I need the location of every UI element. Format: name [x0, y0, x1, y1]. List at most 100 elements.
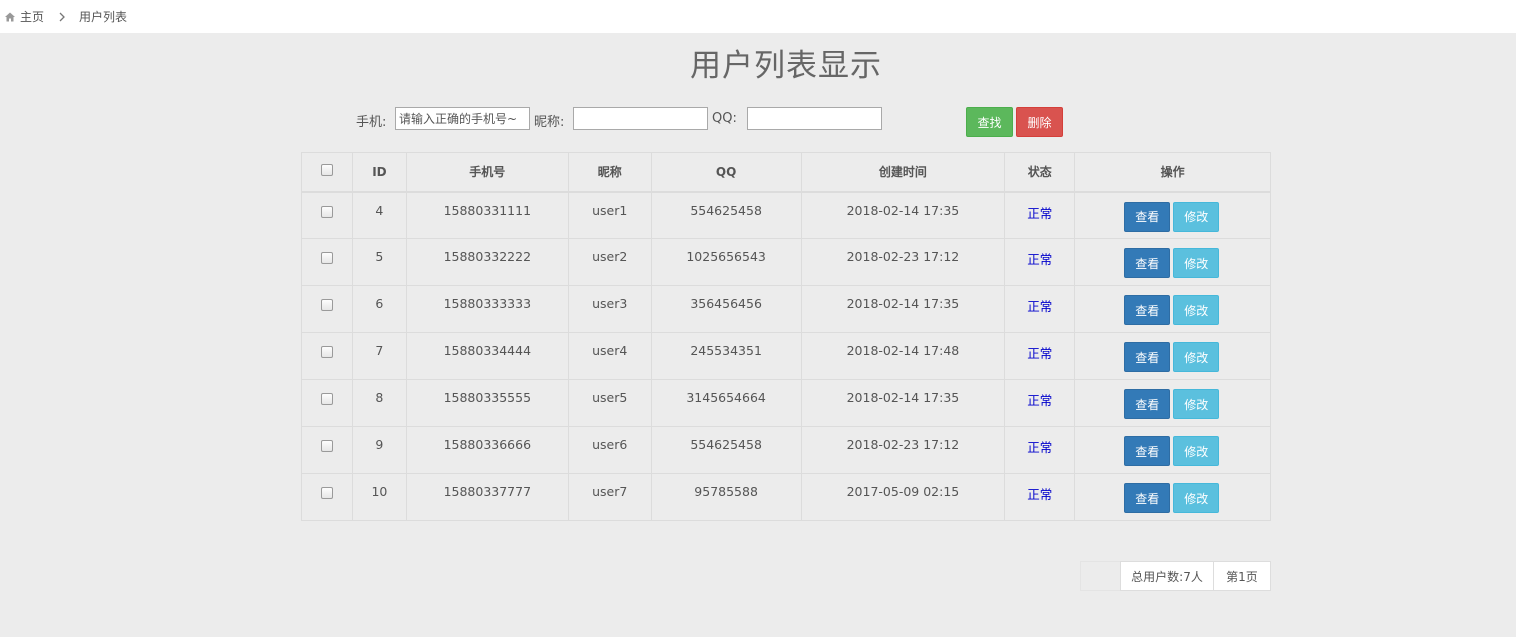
- row-checkbox[interactable]: [320, 252, 333, 264]
- header-actions: 操作: [1074, 152, 1271, 193]
- cell-actions: 查看 修改: [1074, 426, 1271, 474]
- edit-button[interactable]: 修改: [1173, 295, 1220, 325]
- qq-label: QQ:: [712, 111, 737, 126]
- cell-created: 2018-02-23 17:12: [800, 238, 1006, 286]
- header-status: 状态: [1004, 152, 1076, 193]
- nickname-input[interactable]: [573, 107, 708, 130]
- row-checkbox[interactable]: [320, 487, 333, 499]
- cell-qq: 3145654664: [650, 379, 802, 427]
- cell-actions: 查看 修改: [1074, 332, 1271, 380]
- edit-button[interactable]: 修改: [1173, 436, 1220, 466]
- cell-created: 2018-02-14 17:48: [800, 332, 1006, 380]
- cell-phone: 15880333333: [405, 285, 569, 333]
- edit-button[interactable]: 修改: [1173, 342, 1220, 372]
- cell-actions: 查看 修改: [1074, 191, 1271, 239]
- cell-status: 正常: [1004, 191, 1076, 239]
- cell-id: 6: [351, 285, 407, 333]
- cell-status: 正常: [1004, 426, 1076, 474]
- cell-id: 10: [351, 473, 407, 521]
- row-select-cell: [301, 191, 353, 239]
- cell-qq: 554625458: [650, 191, 802, 239]
- cell-created: 2017-05-09 02:15: [800, 473, 1006, 521]
- view-button[interactable]: 查看: [1124, 342, 1171, 372]
- breadcrumb: 主页 用户列表: [0, 0, 1516, 33]
- cell-status: 正常: [1004, 332, 1076, 380]
- breadcrumb-current: 用户列表: [79, 10, 128, 24]
- table-row: 10 15880337777 user7 95785588 2017-05-09 02:…: [301, 473, 1271, 521]
- pager-page[interactable]: 第1页: [1214, 561, 1271, 591]
- cell-status: 正常: [1004, 238, 1076, 286]
- cell-created: 2018-02-14 17:35: [800, 379, 1006, 427]
- table-header-row: ID 手机号 昵称 QQ 创建时间 状态 操作: [301, 152, 1271, 193]
- pager-spacer: [1080, 561, 1120, 591]
- header-id: ID: [351, 152, 407, 193]
- cell-actions: 查看 修改: [1074, 238, 1271, 286]
- cell-qq: 356456456: [650, 285, 802, 333]
- cell-qq: 554625458: [650, 426, 802, 474]
- cell-nickname: user5: [567, 379, 652, 427]
- cell-qq: 245534351: [650, 332, 802, 380]
- view-button[interactable]: 查看: [1124, 483, 1171, 513]
- cell-status: 正常: [1004, 285, 1076, 333]
- cell-created: 2018-02-23 17:12: [800, 426, 1006, 474]
- view-button[interactable]: 查看: [1124, 436, 1171, 466]
- cell-phone: 15880335555: [405, 379, 569, 427]
- edit-button[interactable]: 修改: [1173, 483, 1220, 513]
- cell-phone: 15880332222: [405, 238, 569, 286]
- delete-button[interactable]: 删除: [1016, 107, 1063, 137]
- row-select-cell: [301, 332, 353, 380]
- select-all-checkbox[interactable]: [320, 164, 333, 177]
- breadcrumb-home-link[interactable]: 主页: [20, 8, 44, 25]
- edit-button[interactable]: 修改: [1173, 389, 1220, 419]
- header-nickname: 昵称: [567, 152, 652, 193]
- row-select-cell: [301, 379, 353, 427]
- table-row: 4 15880331111 user1 554625458 2018-02-14 17:…: [301, 191, 1271, 239]
- header-qq: QQ: [650, 152, 802, 193]
- cell-status: 正常: [1004, 473, 1076, 521]
- cell-phone: 15880334444: [405, 332, 569, 380]
- row-checkbox[interactable]: [320, 205, 333, 218]
- phone-label: 手机:: [356, 115, 387, 130]
- header-phone: 手机号: [405, 152, 569, 193]
- phone-input[interactable]: [395, 107, 530, 130]
- cell-id: 9: [351, 426, 407, 474]
- chevron-right-icon: [59, 12, 65, 21]
- cell-id: 5: [351, 238, 407, 286]
- row-checkbox[interactable]: [320, 440, 333, 452]
- cell-phone: 15880331111: [405, 191, 569, 239]
- row-select-cell: [301, 426, 353, 474]
- cell-qq: 1025656543: [650, 238, 802, 286]
- cell-nickname: user6: [567, 426, 652, 474]
- row-select-cell: [301, 473, 353, 521]
- cell-nickname: user4: [567, 332, 652, 380]
- table-row: 6 15880333333 user3 356456456 2018-02-14 17:…: [301, 285, 1271, 333]
- table-row: 5 15880332222 user2 1025656543 2018-02-23 17…: [301, 238, 1271, 286]
- view-button[interactable]: 查看: [1124, 201, 1171, 232]
- cell-actions: 查看 修改: [1074, 473, 1271, 521]
- cell-nickname: user3: [567, 285, 652, 333]
- view-button[interactable]: 查看: [1124, 389, 1171, 419]
- row-checkbox[interactable]: [320, 393, 333, 405]
- select-all-cell: [301, 152, 353, 193]
- view-button[interactable]: 查看: [1124, 248, 1171, 278]
- cell-phone: 15880336666: [405, 426, 569, 474]
- pagination: 总用户数:7人 第1页: [1080, 561, 1271, 591]
- cell-nickname: user7: [567, 473, 652, 521]
- edit-button[interactable]: 修改: [1173, 201, 1220, 232]
- cell-phone: 15880337777: [405, 473, 569, 521]
- home-icon: [5, 12, 15, 21]
- edit-button[interactable]: 修改: [1173, 248, 1220, 278]
- cell-id: 7: [351, 332, 407, 380]
- find-button[interactable]: 查找: [966, 107, 1013, 137]
- row-checkbox[interactable]: [320, 299, 333, 311]
- view-button[interactable]: 查看: [1124, 295, 1171, 325]
- row-select-cell: [301, 285, 353, 333]
- page-title: 用户列表显示: [690, 48, 882, 84]
- row-checkbox[interactable]: [320, 346, 333, 358]
- cell-nickname: user2: [567, 238, 652, 286]
- qq-input[interactable]: [747, 107, 882, 130]
- header-created: 创建时间: [800, 152, 1006, 193]
- cell-id: 4: [351, 191, 407, 239]
- cell-nickname: user1: [567, 191, 652, 239]
- cell-created: 2018-02-14 17:35: [800, 285, 1006, 333]
